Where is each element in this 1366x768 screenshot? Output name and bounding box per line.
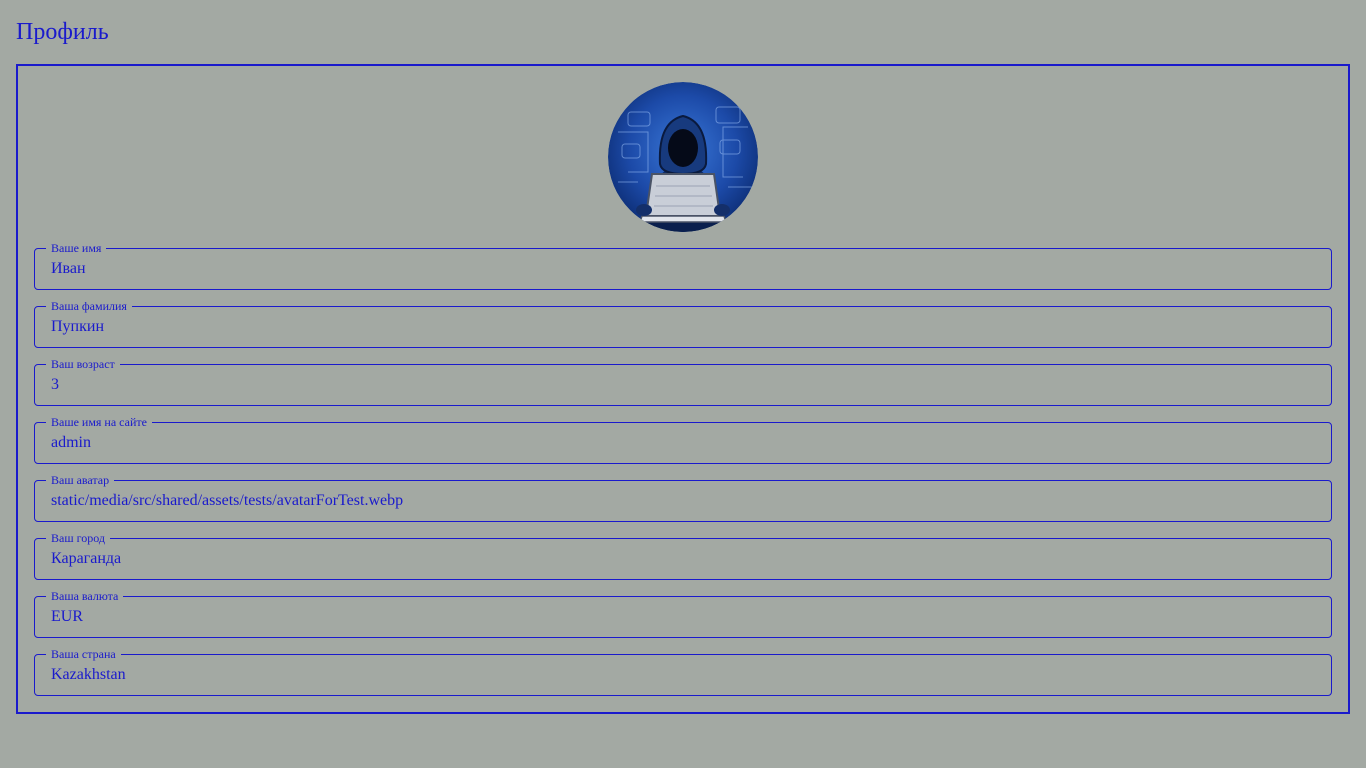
avatar-url-field[interactable]: Ваш аватар static/media/src/shared/asset…: [34, 473, 1332, 522]
last-name-field[interactable]: Ваша фамилия Пупкин: [34, 299, 1332, 348]
country-value[interactable]: Kazakhstan: [51, 655, 126, 695]
currency-value[interactable]: EUR: [51, 597, 83, 637]
last-name-value[interactable]: Пупкин: [51, 307, 104, 347]
city-field[interactable]: Ваш город Караганда: [34, 531, 1332, 580]
profile-card: Ваше имя Иван Ваша фамилия Пупкин Ваш во…: [16, 64, 1350, 714]
avatar-url-value[interactable]: static/media/src/shared/assets/tests/ava…: [51, 481, 403, 521]
username-field[interactable]: Ваше имя на сайте admin: [34, 415, 1332, 464]
hooded-hacker-laptop-icon: [608, 82, 758, 232]
country-field[interactable]: Ваша страна Kazakhstan: [34, 647, 1332, 696]
age-field[interactable]: Ваш возраст 3: [34, 357, 1332, 406]
age-value[interactable]: 3: [51, 365, 59, 405]
page-title: Профиль: [16, 19, 109, 45]
username-value[interactable]: admin: [51, 423, 91, 463]
currency-field[interactable]: Ваша валюта EUR: [34, 589, 1332, 638]
first-name-value[interactable]: Иван: [51, 249, 86, 289]
avatar: [608, 82, 758, 232]
first-name-field[interactable]: Ваше имя Иван: [34, 241, 1332, 290]
city-value[interactable]: Караганда: [51, 539, 121, 579]
